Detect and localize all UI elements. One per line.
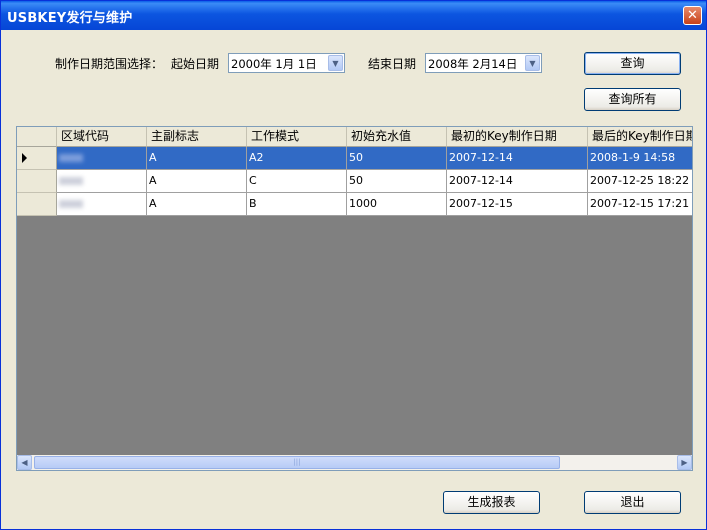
column-header-mode[interactable]: 工作模式 bbox=[247, 127, 347, 147]
horizontal-scrollbar[interactable]: ◀ ||| ▶ bbox=[17, 455, 692, 470]
row-header[interactable] bbox=[17, 193, 57, 216]
cell-mode[interactable]: B bbox=[247, 193, 347, 216]
row-header-corner bbox=[17, 127, 57, 147]
title-bar[interactable]: USBKEY发行与维护 ✕ bbox=[1, 1, 706, 30]
close-button[interactable]: ✕ bbox=[683, 6, 702, 25]
chevron-down-icon[interactable]: ▼ bbox=[525, 55, 540, 71]
cell-region[interactable] bbox=[57, 193, 147, 216]
window-title: USBKEY发行与维护 bbox=[7, 11, 133, 26]
table-row[interactable]: A C 50 2007-12-14 2007-12-25 18:22 bbox=[17, 170, 692, 193]
query-all-button[interactable]: 查询所有 bbox=[584, 88, 681, 111]
column-header-first-date[interactable]: 最初的Key制作日期 bbox=[447, 127, 588, 147]
start-date-picker[interactable]: 2000年 1月 1日 ▼ bbox=[228, 53, 345, 73]
cell-last-date[interactable]: 2007-12-25 18:22 bbox=[588, 170, 692, 193]
arrow-right-icon[interactable]: ▶ bbox=[677, 455, 692, 470]
cell-last-date[interactable]: 2007-12-15 17:21 bbox=[588, 193, 692, 216]
end-date-label: 结束日期 bbox=[368, 57, 417, 71]
data-grid[interactable]: 区域代码 主副标志 工作模式 初始充水值 最初的Key制作日期 最后的Key制作… bbox=[16, 126, 693, 471]
cell-last-date[interactable]: 2008-1-9 14:58 bbox=[588, 147, 692, 170]
cell-first-date[interactable]: 2007-12-14 bbox=[447, 147, 588, 170]
redacted-value bbox=[59, 177, 83, 185]
end-date-value: 2008年 2月14日 bbox=[428, 57, 518, 71]
column-header-initial[interactable]: 初始充水值 bbox=[347, 127, 447, 147]
column-header-flag[interactable]: 主副标志 bbox=[147, 127, 247, 147]
exit-button[interactable]: 退出 bbox=[584, 491, 681, 514]
cell-mode[interactable]: C bbox=[247, 170, 347, 193]
end-date-picker[interactable]: 2008年 2月14日 ▼ bbox=[425, 53, 542, 73]
cell-mode[interactable]: A2 bbox=[247, 147, 347, 170]
column-header-region[interactable]: 区域代码 bbox=[57, 127, 147, 147]
cell-initial[interactable]: 50 bbox=[347, 147, 447, 170]
close-icon: ✕ bbox=[687, 8, 698, 23]
grid-header: 区域代码 主副标志 工作模式 初始充水值 最初的Key制作日期 最后的Key制作… bbox=[17, 127, 692, 147]
query-button[interactable]: 查询 bbox=[584, 52, 681, 75]
chevron-down-icon[interactable]: ▼ bbox=[328, 55, 343, 71]
cell-region[interactable] bbox=[57, 147, 147, 170]
table-row[interactable]: A A2 50 2007-12-14 2008-1-9 14:58 bbox=[17, 147, 692, 170]
cell-flag[interactable]: A bbox=[147, 170, 247, 193]
scrollbar-thumb[interactable]: ||| bbox=[34, 456, 560, 469]
table-row[interactable]: A B 1000 2007-12-15 2007-12-15 17:21 bbox=[17, 193, 692, 216]
column-header-last-date[interactable]: 最后的Key制作日期 bbox=[588, 127, 692, 147]
generate-report-button[interactable]: 生成报表 bbox=[443, 491, 540, 514]
redacted-value bbox=[59, 200, 83, 208]
start-date-value: 2000年 1月 1日 bbox=[231, 57, 317, 71]
row-header[interactable] bbox=[17, 147, 57, 170]
row-header[interactable] bbox=[17, 170, 57, 193]
redacted-value bbox=[59, 154, 83, 162]
cell-region[interactable] bbox=[57, 170, 147, 193]
cell-initial[interactable]: 1000 bbox=[347, 193, 447, 216]
cell-initial[interactable]: 50 bbox=[347, 170, 447, 193]
cell-flag[interactable]: A bbox=[147, 147, 247, 170]
dialog-window: USBKEY发行与维护 ✕ 制作日期范围选择： 起始日期 2000年 1月 1日… bbox=[0, 0, 707, 530]
cell-flag[interactable]: A bbox=[147, 193, 247, 216]
start-date-label: 起始日期 bbox=[171, 57, 220, 71]
current-row-icon bbox=[22, 153, 27, 163]
date-range-label: 制作日期范围选择： bbox=[55, 57, 164, 71]
cell-first-date[interactable]: 2007-12-15 bbox=[447, 193, 588, 216]
cell-first-date[interactable]: 2007-12-14 bbox=[447, 170, 588, 193]
arrow-left-icon[interactable]: ◀ bbox=[17, 455, 32, 470]
